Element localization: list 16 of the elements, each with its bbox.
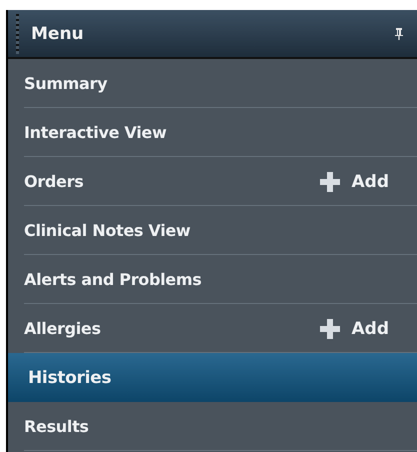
add-button[interactable]: Add bbox=[320, 318, 389, 338]
menu-item-label: Histories bbox=[28, 368, 112, 388]
menu-item-label: Alerts and Problems bbox=[24, 270, 202, 289]
menu-title: Menu bbox=[31, 24, 85, 44]
grip-handle[interactable] bbox=[16, 14, 19, 54]
menu-item-label: Summary bbox=[24, 74, 108, 93]
menu-item-label: Interactive View bbox=[24, 123, 168, 142]
menu-item-label: Allergies bbox=[24, 319, 102, 338]
menu-item[interactable]: Histories bbox=[8, 353, 417, 402]
plus-icon bbox=[320, 318, 340, 338]
menu-item-label: Clinical Notes View bbox=[24, 221, 192, 240]
menu-item-label: Results bbox=[24, 417, 90, 436]
plus-icon bbox=[320, 172, 340, 192]
pin-icon[interactable] bbox=[395, 28, 403, 40]
add-button[interactable]: Add bbox=[320, 172, 389, 192]
menu-item-label: Orders bbox=[24, 172, 84, 191]
